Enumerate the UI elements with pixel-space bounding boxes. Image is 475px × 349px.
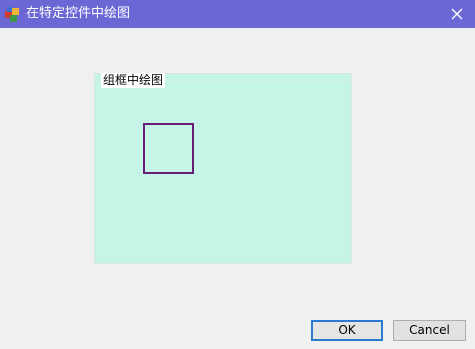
app-icon xyxy=(4,5,22,23)
close-icon xyxy=(451,8,463,20)
cancel-button[interactable]: Cancel xyxy=(393,320,466,341)
window-title: 在特定控件中绘图 xyxy=(26,6,131,21)
drawing-groupbox: 组框中绘图 xyxy=(94,73,352,264)
drawn-square xyxy=(143,123,194,174)
title-bar: 在特定控件中绘图 xyxy=(0,0,475,28)
ok-button[interactable]: OK xyxy=(311,320,383,341)
groupbox-label: 组框中绘图 xyxy=(101,73,166,88)
close-button[interactable] xyxy=(445,2,469,26)
